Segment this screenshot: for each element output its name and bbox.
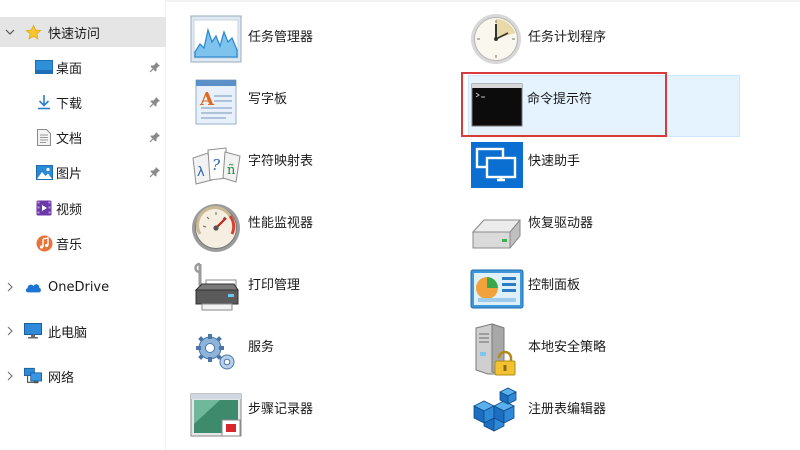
nav-label: 快速访问 bbox=[48, 26, 101, 42]
nav-label: 音乐 bbox=[56, 237, 83, 253]
nav-item-network[interactable]: 网络 bbox=[0, 361, 166, 391]
tool-item-performance-monitor[interactable]: 性能监视器 bbox=[190, 194, 462, 256]
steps-recorder-icon bbox=[190, 384, 244, 438]
character-map-icon: λ? ñ bbox=[190, 136, 244, 190]
document-icon bbox=[35, 128, 53, 146]
cloud-icon bbox=[24, 278, 42, 296]
pin-icon[interactable] bbox=[148, 130, 162, 144]
tool-item-services[interactable]: 服务 bbox=[190, 318, 462, 380]
tool-item-quick-assist[interactable]: 快速助手 bbox=[470, 132, 742, 194]
nav-label: 文档 bbox=[56, 131, 83, 147]
tool-label: 任务计划程序 bbox=[528, 30, 607, 45]
nav-item-quick-access[interactable]: 快速访问 bbox=[0, 17, 166, 47]
pin-icon[interactable] bbox=[148, 95, 162, 109]
registry-editor-icon bbox=[470, 384, 524, 438]
chevron-right-icon[interactable] bbox=[4, 370, 16, 382]
computer-icon bbox=[24, 322, 42, 340]
pin-icon[interactable] bbox=[148, 60, 162, 74]
navigation-pane: 快速访问 桌面 下载 文档 图片 视频 音乐 OneDrive 此电脑 网络 bbox=[0, 0, 166, 450]
nav-item-downloads[interactable]: 下载 bbox=[0, 87, 166, 117]
tool-item-registry-editor[interactable]: 注册表编辑器 bbox=[470, 380, 742, 442]
nav-item-this-pc[interactable]: 此电脑 bbox=[0, 316, 166, 346]
nav-item-pictures[interactable]: 图片 bbox=[0, 157, 166, 187]
control-panel-icon bbox=[470, 260, 524, 314]
tool-label: 字符映射表 bbox=[248, 154, 314, 169]
tool-item-wordpad[interactable]: A 写字板 bbox=[190, 70, 462, 132]
tool-item-print-management[interactable]: 打印管理 bbox=[190, 256, 462, 318]
nav-item-music[interactable]: 音乐 bbox=[0, 228, 166, 258]
recovery-drive-icon bbox=[470, 198, 524, 252]
tool-label: 性能监视器 bbox=[248, 216, 314, 231]
nav-label: 此电脑 bbox=[48, 325, 88, 341]
tool-item-task-manager[interactable]: 任务管理器 bbox=[190, 8, 462, 70]
tool-label: 命令提示符 bbox=[527, 92, 593, 107]
tool-label: 服务 bbox=[248, 340, 275, 355]
tool-label: 恢复驱动器 bbox=[528, 216, 594, 231]
tool-item-command-prompt[interactable]: 命令提示符 bbox=[468, 75, 740, 137]
services-icon bbox=[190, 322, 244, 376]
tool-item-character-map[interactable]: λ? ñ 字符映射表 bbox=[190, 132, 462, 194]
tool-item-task-scheduler[interactable]: 任务计划程序 bbox=[470, 8, 742, 70]
tool-item-steps-recorder[interactable]: 步骤记录器 bbox=[190, 380, 462, 442]
svg-text:?: ? bbox=[212, 156, 221, 174]
print-management-icon bbox=[190, 260, 244, 314]
nav-item-documents[interactable]: 文档 bbox=[0, 122, 166, 152]
network-icon bbox=[24, 367, 42, 385]
nav-label: 下载 bbox=[56, 96, 83, 112]
tool-label: 本地安全策略 bbox=[528, 340, 607, 355]
pictures-icon bbox=[35, 163, 53, 181]
download-icon bbox=[35, 93, 53, 111]
desktop-icon bbox=[35, 58, 53, 76]
nav-label: 图片 bbox=[56, 166, 83, 182]
tool-label: 打印管理 bbox=[248, 278, 301, 293]
chevron-right-icon[interactable] bbox=[4, 325, 16, 337]
tool-label: 快速助手 bbox=[528, 154, 581, 169]
tool-item-recovery-drive[interactable]: 恢复驱动器 bbox=[470, 194, 742, 256]
star-icon bbox=[24, 23, 42, 41]
performance-monitor-icon bbox=[190, 198, 244, 252]
task-manager-icon bbox=[190, 12, 244, 66]
quick-assist-icon bbox=[470, 136, 524, 190]
svg-text:λ: λ bbox=[197, 165, 205, 180]
tool-label: 步骤记录器 bbox=[248, 402, 314, 417]
chevron-right-icon[interactable] bbox=[4, 281, 16, 293]
chevron-down-icon[interactable] bbox=[4, 26, 16, 38]
svg-text:A: A bbox=[199, 89, 215, 110]
nav-label: 网络 bbox=[48, 370, 75, 386]
nav-label: 视频 bbox=[56, 202, 83, 218]
tool-item-local-security-policy[interactable]: 本地安全策略 bbox=[470, 318, 742, 380]
tool-label: 注册表编辑器 bbox=[528, 402, 607, 417]
content-top-border bbox=[166, 0, 800, 2]
nav-label: 桌面 bbox=[56, 61, 83, 77]
pin-icon[interactable] bbox=[148, 165, 162, 179]
nav-item-desktop[interactable]: 桌面 bbox=[0, 52, 166, 82]
music-icon bbox=[35, 234, 53, 252]
videos-icon bbox=[35, 199, 53, 217]
svg-text:ñ: ñ bbox=[227, 163, 236, 178]
tool-item-control-panel[interactable]: 控制面板 bbox=[470, 256, 742, 318]
local-security-policy-icon bbox=[470, 322, 524, 376]
tool-label: 控制面板 bbox=[528, 278, 581, 293]
nav-item-videos[interactable]: 视频 bbox=[0, 193, 166, 223]
nav-label: OneDrive bbox=[48, 279, 110, 295]
wordpad-icon: A bbox=[190, 74, 244, 128]
task-scheduler-icon bbox=[470, 12, 524, 66]
command-prompt-icon bbox=[470, 78, 524, 132]
tool-label: 任务管理器 bbox=[248, 30, 314, 45]
tool-label: 写字板 bbox=[248, 92, 288, 107]
nav-item-onedrive[interactable]: OneDrive bbox=[0, 272, 166, 302]
